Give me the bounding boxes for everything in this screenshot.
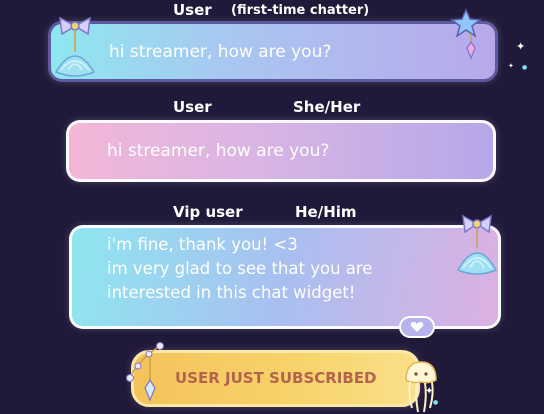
alert-bubble: USER JUST SUBSCRIBED xyxy=(131,350,420,407)
message-2-pronouns: She/Her xyxy=(293,98,361,116)
message-3-username: Vip user xyxy=(173,203,243,221)
message-3-line-1: i'm fine, thank you! <3 xyxy=(107,235,298,254)
message-2-username: User xyxy=(173,98,212,116)
message-1-username: User xyxy=(173,1,212,19)
alert-text: USER JUST SUBSCRIBED xyxy=(175,369,377,387)
shell-icon xyxy=(54,16,96,77)
sparkle-icon: ● xyxy=(522,64,528,71)
message-3-pronouns: He/Him xyxy=(295,203,357,221)
vip-badge xyxy=(399,316,435,338)
sparkle-icon: ● xyxy=(433,399,439,406)
message-3-bubble: i'm fine, thank you! <3 im very glad to … xyxy=(69,225,501,329)
shell-icon xyxy=(456,214,498,275)
sparkle-icon: ✦ xyxy=(425,386,434,397)
message-1-bubble: hi streamer, how are you? xyxy=(48,21,498,82)
bead-chain-icon xyxy=(126,342,164,402)
message-3-text: i'm fine, thank you! <3 im very glad to … xyxy=(107,233,372,305)
first-time-chatter-tag: (first-time chatter) xyxy=(231,3,370,18)
message-2-text: hi streamer, how are you? xyxy=(107,141,330,161)
message-3-line-2: im very glad to see that you are xyxy=(107,259,373,278)
sparkle-icon: ✦ xyxy=(508,62,514,70)
message-3-line-3: interested in this chat widget! xyxy=(107,283,356,302)
message-1-text: hi streamer, how are you? xyxy=(109,42,332,62)
star-icon xyxy=(450,8,482,60)
crystal-charm-icon xyxy=(144,378,156,402)
message-2-bubble: hi streamer, how are you? xyxy=(66,120,496,182)
sparkle-icon: ✦ xyxy=(516,40,526,53)
heart-icon xyxy=(410,322,424,332)
